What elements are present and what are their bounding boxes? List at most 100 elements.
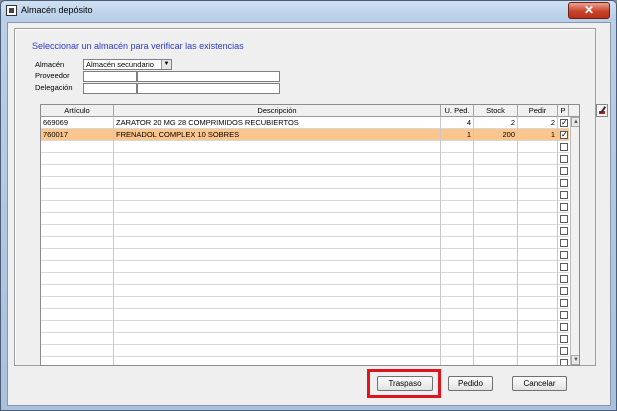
- scroll-up-icon[interactable]: ▲: [571, 117, 579, 127]
- cell-pedir: [518, 297, 558, 309]
- cell-pedir: [518, 261, 558, 273]
- cell-pedir: [518, 285, 558, 297]
- articles-grid[interactable]: Artículo Descripción U. Ped. Stock Pedir…: [40, 104, 580, 366]
- cell-u_ped: 1: [441, 129, 474, 141]
- pedir-checkbox[interactable]: [560, 191, 568, 199]
- cell-articulo: [41, 249, 114, 261]
- pedir-checkbox[interactable]: [560, 347, 568, 355]
- pedir-checkbox[interactable]: [560, 179, 568, 187]
- window-title: Almacén depósito: [21, 5, 93, 15]
- table-row[interactable]: [41, 309, 569, 321]
- table-row[interactable]: [41, 285, 569, 297]
- edit-icon[interactable]: [596, 104, 608, 117]
- pedir-checkbox[interactable]: [560, 335, 568, 343]
- pedir-checkbox[interactable]: [560, 287, 568, 295]
- col-stock[interactable]: Stock: [474, 105, 518, 117]
- table-row[interactable]: [41, 153, 569, 165]
- cell-stock: [474, 321, 518, 333]
- cell-pedir: 2: [518, 117, 558, 129]
- delegacion-label: Delegación: [35, 83, 73, 92]
- cell-descripcion: [114, 249, 441, 261]
- almacen-select[interactable]: Almacén secundario ▼: [83, 59, 172, 70]
- col-u-ped[interactable]: U. Ped.: [441, 105, 474, 117]
- pedir-checkbox[interactable]: [560, 215, 568, 223]
- table-row[interactable]: [41, 345, 569, 357]
- table-row[interactable]: [41, 273, 569, 285]
- cell-stock: [474, 213, 518, 225]
- cell-u_ped: [441, 261, 474, 273]
- table-row[interactable]: [41, 261, 569, 273]
- cell-pedir: [518, 357, 558, 365]
- pedir-checkbox[interactable]: [560, 311, 568, 319]
- cell-pedir: [518, 345, 558, 357]
- pedir-checkbox[interactable]: ✓: [560, 131, 568, 139]
- grid-scrollbar[interactable]: ▲ ▼: [570, 117, 579, 365]
- pedir-checkbox[interactable]: [560, 167, 568, 175]
- pedir-checkbox[interactable]: [560, 251, 568, 259]
- cell-stock: 200: [474, 129, 518, 141]
- table-row[interactable]: [41, 333, 569, 345]
- table-row[interactable]: [41, 213, 569, 225]
- cell-pedir: [518, 189, 558, 201]
- pedir-checkbox[interactable]: [560, 275, 568, 283]
- proveedor-label: Proveedor: [35, 71, 70, 80]
- pedir-checkbox[interactable]: ✓: [560, 119, 568, 127]
- cell-u_ped: [441, 309, 474, 321]
- cancelar-button[interactable]: Cancelar: [512, 376, 567, 391]
- title-bar[interactable]: Almacén depósito ✕: [1, 1, 616, 21]
- page-heading: Seleccionar un almacén para verificar la…: [32, 41, 244, 51]
- table-row[interactable]: [41, 177, 569, 189]
- proveedor-name-field[interactable]: [137, 71, 280, 82]
- table-row[interactable]: [41, 165, 569, 177]
- table-row[interactable]: [41, 141, 569, 153]
- col-p[interactable]: P: [558, 105, 569, 117]
- delegacion-code-field[interactable]: [83, 83, 137, 94]
- col-articulo[interactable]: Artículo: [41, 105, 114, 117]
- table-row[interactable]: [41, 237, 569, 249]
- pedir-checkbox[interactable]: [560, 263, 568, 271]
- cell-articulo: [41, 297, 114, 309]
- pedir-checkbox[interactable]: [560, 227, 568, 235]
- app-window: Almacén depósito ✕ Seleccionar un almacé…: [0, 0, 617, 411]
- pedir-checkbox[interactable]: [560, 359, 568, 365]
- table-row[interactable]: [41, 297, 569, 309]
- pedido-button[interactable]: Pedido: [448, 376, 493, 391]
- cell-u_ped: [441, 321, 474, 333]
- pedir-checkbox[interactable]: [560, 155, 568, 163]
- table-row[interactable]: [41, 321, 569, 333]
- table-row[interactable]: 669069 ZARATOR 20 MG 28 COMPRIMIDOS RECUB…: [41, 117, 569, 129]
- cell-articulo: [41, 189, 114, 201]
- scroll-down-icon[interactable]: ▼: [571, 355, 579, 365]
- cell-articulo: [41, 285, 114, 297]
- pedir-checkbox[interactable]: [560, 299, 568, 307]
- cell-u_ped: [441, 285, 474, 297]
- cell-pedir: [518, 213, 558, 225]
- cell-articulo: [41, 141, 114, 153]
- cell-descripcion: [114, 285, 441, 297]
- table-row[interactable]: 760017 FRENADOL COMPLEX 10 SOBRES 1 200 1 ✓: [41, 129, 569, 141]
- pedir-checkbox[interactable]: [560, 239, 568, 247]
- table-row[interactable]: [41, 201, 569, 213]
- cell-descripcion: [114, 201, 441, 213]
- cell-descripcion: [114, 309, 441, 321]
- cell-u_ped: [441, 357, 474, 365]
- table-row[interactable]: [41, 357, 569, 365]
- col-pedir[interactable]: Pedir: [518, 105, 558, 117]
- pedir-checkbox[interactable]: [560, 143, 568, 151]
- pedir-checkbox[interactable]: [560, 203, 568, 211]
- proveedor-code-field[interactable]: [83, 71, 137, 82]
- cell-pedir: [518, 321, 558, 333]
- pedir-checkbox[interactable]: [560, 323, 568, 331]
- col-descripcion[interactable]: Descripción: [114, 105, 441, 117]
- cell-u_ped: [441, 213, 474, 225]
- table-row[interactable]: [41, 189, 569, 201]
- table-row[interactable]: [41, 249, 569, 261]
- close-button[interactable]: ✕: [568, 2, 610, 19]
- cell-descripcion: [114, 333, 441, 345]
- cell-u_ped: [441, 165, 474, 177]
- delegacion-name-field[interactable]: [137, 83, 280, 94]
- cell-u_ped: [441, 249, 474, 261]
- chevron-down-icon[interactable]: ▼: [161, 60, 171, 69]
- cell-descripcion: FRENADOL COMPLEX 10 SOBRES: [114, 129, 441, 141]
- table-row[interactable]: [41, 225, 569, 237]
